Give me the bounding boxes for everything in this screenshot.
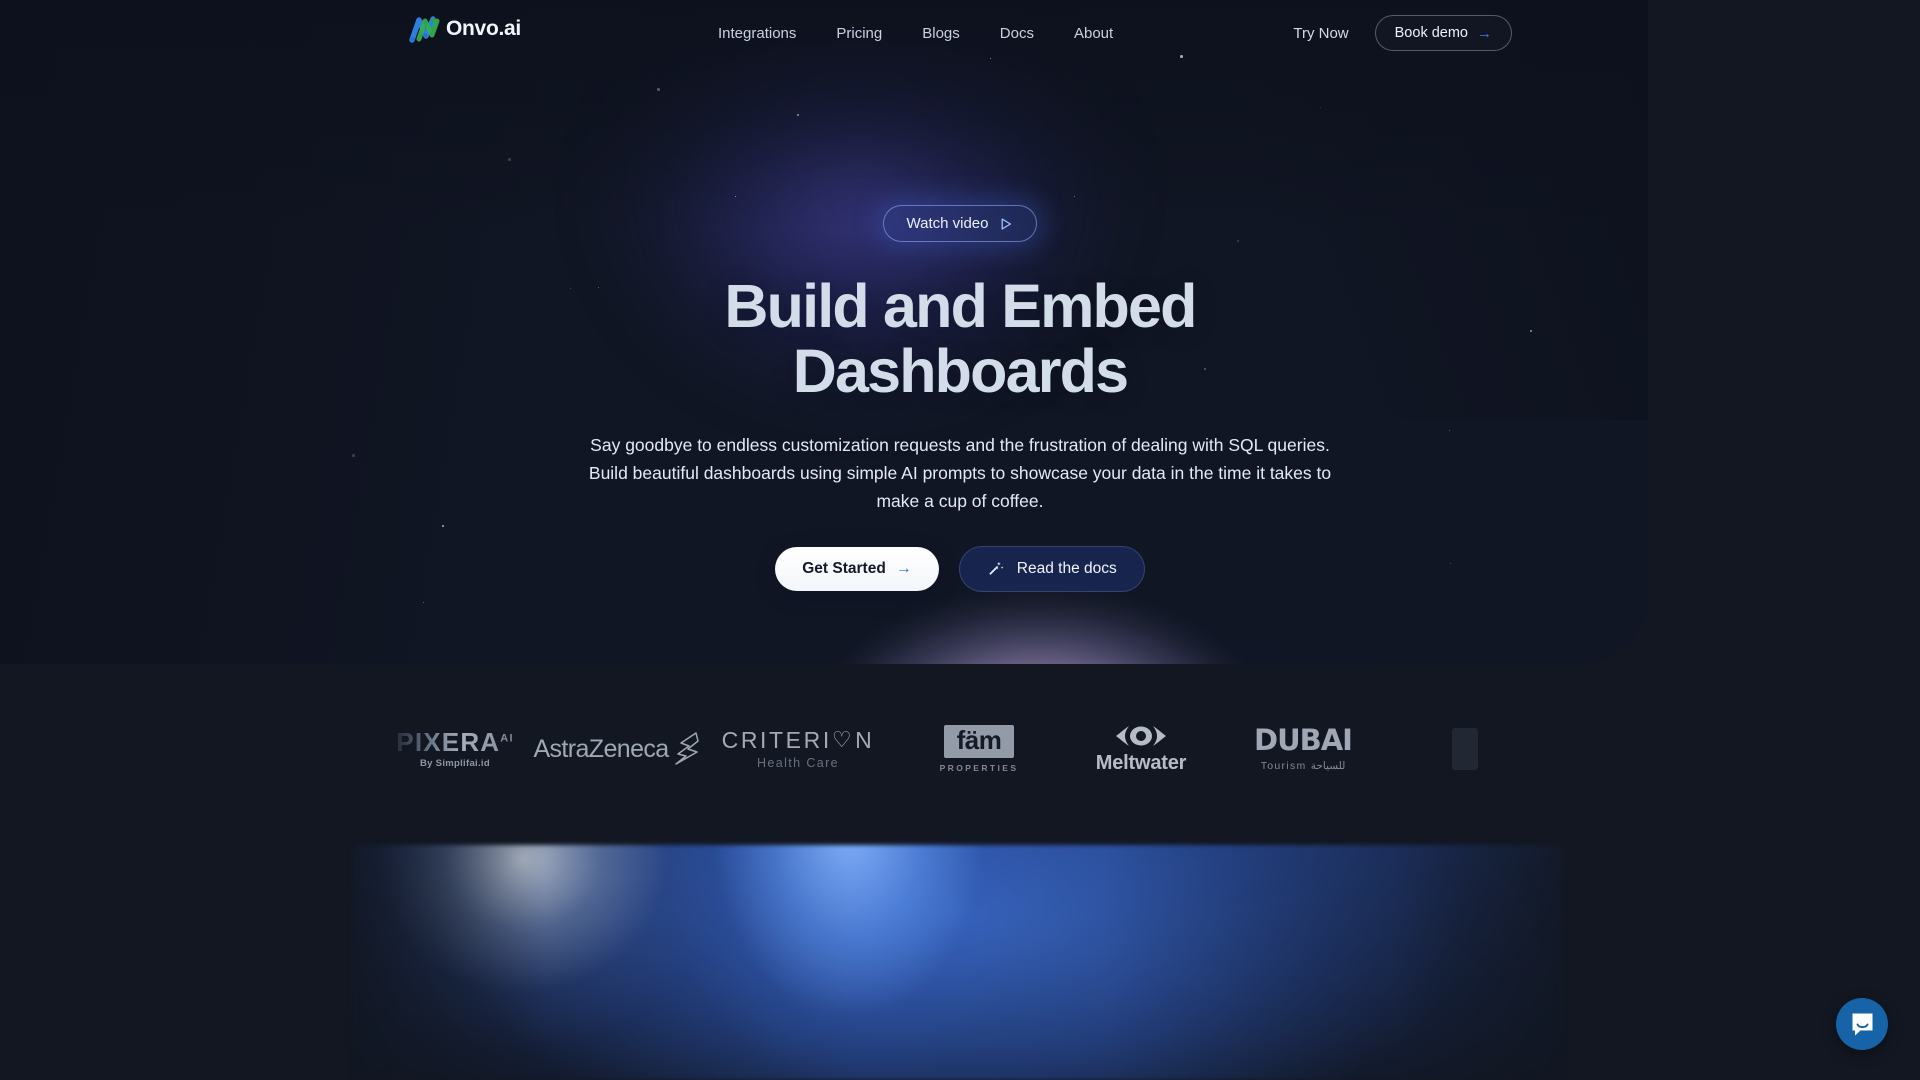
nav-actions: Try Now Book demo → [1293, 0, 1512, 66]
watch-video-button[interactable]: Watch video [882, 205, 1038, 242]
hero-title-line-1: Build and Embed [724, 272, 1197, 340]
watch-video-label: Watch video [906, 215, 989, 232]
try-now-link[interactable]: Try Now [1293, 25, 1348, 42]
play-triangle-icon [1002, 217, 1012, 230]
partner-logo-next-fading [1384, 712, 1546, 786]
partner-logo-criterion: CRITERI ♡ N Health Care [698, 712, 898, 786]
astrazeneca-wordmark: AstraZeneca [533, 734, 669, 763]
partner-logo-meltwater: Meltwater [1060, 712, 1222, 786]
nav-link-blogs[interactable]: Blogs [922, 25, 960, 42]
partner-logo-strip: PIXERAAI By Simplifai.id AstraZeneca CRI… [0, 700, 1920, 798]
bottom-preview-panel [352, 845, 1564, 1080]
page-root: Onvo.ai Integrations Pricing Blogs Docs … [0, 0, 1920, 1080]
pixera-tagline: By Simplifai.id [420, 758, 490, 770]
hero-subtitle: Say goodbye to endless customization req… [588, 434, 1332, 512]
arrow-right-icon: → [1477, 24, 1492, 42]
book-demo-label: Book demo [1394, 25, 1468, 41]
heart-icon: ♡ [831, 727, 855, 753]
dubai-tourism-tagline: Tourism للسياحة [1260, 760, 1346, 772]
top-navigation-bar: Onvo.ai Integrations Pricing Blogs Docs … [0, 0, 1920, 66]
nav-link-docs[interactable]: Docs [1000, 25, 1034, 42]
partial-logo-placeholder [1452, 728, 1478, 770]
criterion-wordmark-a: CRITERI [721, 726, 832, 753]
partner-logo-fam: fäm PROPERTIES [898, 712, 1060, 786]
criterion-tagline: Health Care [756, 755, 840, 770]
fam-tagline: PROPERTIES [939, 763, 1019, 774]
criterion-wordmark-b: N [855, 726, 875, 753]
nav-link-pricing[interactable]: Pricing [836, 25, 882, 42]
hero-content: Watch video Build and Embed Dashboards S… [0, 0, 1920, 592]
brand-logo[interactable]: Onvo.ai [408, 14, 521, 44]
dubai-wordmark: DUBAI [1254, 723, 1353, 757]
partner-logo-dubai-tourism: DUBAI Tourism للسياحة [1222, 712, 1384, 786]
astrazeneca-mark-icon [674, 732, 699, 765]
meltwater-wordmark: Meltwater [1095, 751, 1187, 774]
read-the-docs-button[interactable]: Read the docs [958, 545, 1145, 592]
hero-title-line-2: Dashboards [792, 337, 1129, 406]
read-the-docs-label: Read the docs [1016, 559, 1117, 577]
get-started-label: Get Started [802, 559, 886, 577]
fam-wordmark: fäm [943, 724, 1015, 759]
book-demo-button[interactable]: Book demo → [1374, 15, 1512, 51]
primary-nav-links: Integrations Pricing Blogs Docs About [718, 0, 1113, 66]
get-started-button[interactable]: Get Started → [775, 546, 939, 591]
meltwater-eye-icon [1115, 725, 1166, 746]
nav-link-integrations[interactable]: Integrations [718, 25, 796, 42]
hero-title: Build and Embed Dashboards [724, 272, 1197, 406]
magic-wand-icon [989, 561, 1004, 575]
onvo-zigzag-logo-icon [409, 16, 440, 43]
hero-cta-row: Get Started → Read the docs [775, 545, 1145, 592]
pixera-ai-sup: AI [500, 732, 514, 745]
brand-name: Onvo.ai [446, 17, 521, 40]
nav-link-about[interactable]: About [1074, 25, 1113, 42]
partner-logo-pixera: PIXERAAI By Simplifai.id [374, 712, 536, 786]
chat-widget-button[interactable] [1836, 998, 1888, 1050]
arrow-right-icon: → [895, 559, 912, 577]
chat-bubble-icon [1852, 1013, 1872, 1035]
partner-logo-astrazeneca: AstraZeneca [533, 712, 699, 786]
pixera-wordmark: PIXERA [396, 727, 501, 758]
